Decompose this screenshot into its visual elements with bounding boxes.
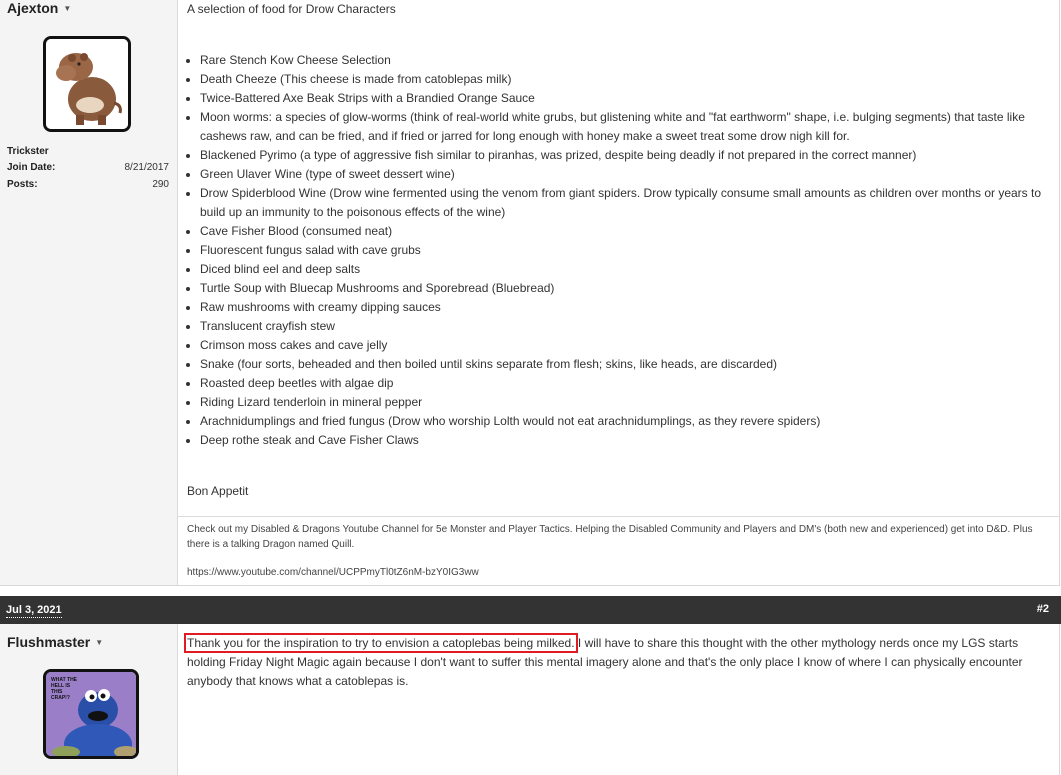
food-list-item: Rare Stench Kow Cheese Selection: [200, 51, 1047, 70]
posts-count: 290: [152, 179, 169, 190]
username-link[interactable]: Ajexton ▼: [7, 0, 71, 16]
username-text[interactable]: Flushmaster: [7, 634, 90, 650]
post-2: Flushmaster ▼ WHAT THE HELL IS THIS CRAP!…: [0, 624, 1060, 775]
food-list-item: Drow Spiderblood Wine (Drow wine ferment…: [200, 184, 1047, 222]
food-list-item: Deep rothe steak and Cave Fisher Claws: [200, 431, 1047, 450]
post-closing: Bon Appetit: [187, 484, 249, 498]
user-title: Trickster: [7, 146, 49, 157]
food-list-item: Green Ulaver Wine (type of sweet dessert…: [200, 165, 1047, 184]
join-date-value: 8/21/2017: [124, 162, 170, 173]
post-intro: A selection of food for Drow Characters: [187, 2, 396, 16]
food-list-item: Snake (four sorts, beheaded and then boi…: [200, 355, 1047, 374]
username-link[interactable]: Flushmaster ▼: [7, 634, 103, 650]
user-sidebar: Flushmaster ▼ WHAT THE HELL IS THIS CRAP!…: [0, 624, 178, 775]
food-list-item: Fluorescent fungus salad with cave grubs: [200, 241, 1047, 260]
highlighted-text: Thank you for the inspiration to try to …: [184, 633, 578, 653]
avatar-caption: WHAT THE HELL IS THIS CRAP!?: [51, 677, 78, 701]
food-list-item: Riding Lizard tenderloin in mineral pepp…: [200, 393, 1047, 412]
food-list-item: Twice-Battered Axe Beak Strips with a Br…: [200, 89, 1047, 108]
post-content: A selection of food for Drow Characters …: [178, 0, 1059, 585]
food-list-item: Turtle Soup with Bluecap Mushrooms and S…: [200, 279, 1047, 298]
food-list-item: Cave Fisher Blood (consumed neat): [200, 222, 1047, 241]
post-number[interactable]: #2: [1037, 603, 1049, 615]
post-date[interactable]: Jul 3, 2021: [6, 603, 62, 618]
chevron-down-icon[interactable]: ▼: [95, 638, 103, 647]
user-sidebar: Ajexton ▼ Trickster Join Date: 8/21/2017: [0, 0, 178, 585]
food-list: Rare Stench Kow Cheese SelectionDeath Ch…: [187, 51, 1047, 450]
avatar[interactable]: [43, 36, 131, 132]
food-list-item: Moon worms: a species of glow-worms (thi…: [200, 108, 1047, 146]
food-list-item: Raw mushrooms with creamy dipping sauces: [200, 298, 1047, 317]
food-list-item: Blackened Pyrimo (a type of aggressive f…: [200, 146, 1047, 165]
food-list-item: Crimson moss cakes and cave jelly: [200, 336, 1047, 355]
join-date-label: Join Date:: [7, 162, 56, 173]
post-body: Thank you for the inspiration to try to …: [184, 633, 1047, 691]
post-content: Thank you for the inspiration to try to …: [178, 624, 1059, 775]
avatar[interactable]: WHAT THE HELL IS THIS CRAP!?: [43, 669, 139, 759]
food-list-item: Arachnidumplings and fried fungus (Drow …: [200, 412, 1047, 431]
food-list-item: Translucent crayfish stew: [200, 317, 1047, 336]
hippo-avatar-image: [46, 39, 128, 129]
food-list-item: Roasted deep beetles with algae dip: [200, 374, 1047, 393]
post-1: Ajexton ▼ Trickster Join Date: 8/21/2017: [0, 0, 1060, 586]
username-text[interactable]: Ajexton: [7, 0, 58, 16]
signature-divider: [178, 516, 1059, 517]
chevron-down-icon[interactable]: ▼: [63, 4, 71, 13]
posts-row: Posts: 290: [7, 179, 169, 190]
signature-text: Check out my Disabled & Dragons Youtube …: [187, 524, 1033, 550]
posts-label: Posts:: [7, 179, 38, 190]
food-list-item: Diced blind eel and deep salts: [200, 260, 1047, 279]
post-body: A selection of food for Drow Characters …: [187, 0, 1047, 501]
signature-link[interactable]: https://www.youtube.com/channel/UCPPmyTl…: [187, 567, 479, 578]
join-date-row: Join Date: 8/21/2017: [7, 162, 169, 173]
food-list-item: Death Cheeze (This cheese is made from c…: [200, 70, 1047, 89]
post-header-bar: Jul 3, 2021 #2: [0, 596, 1061, 624]
